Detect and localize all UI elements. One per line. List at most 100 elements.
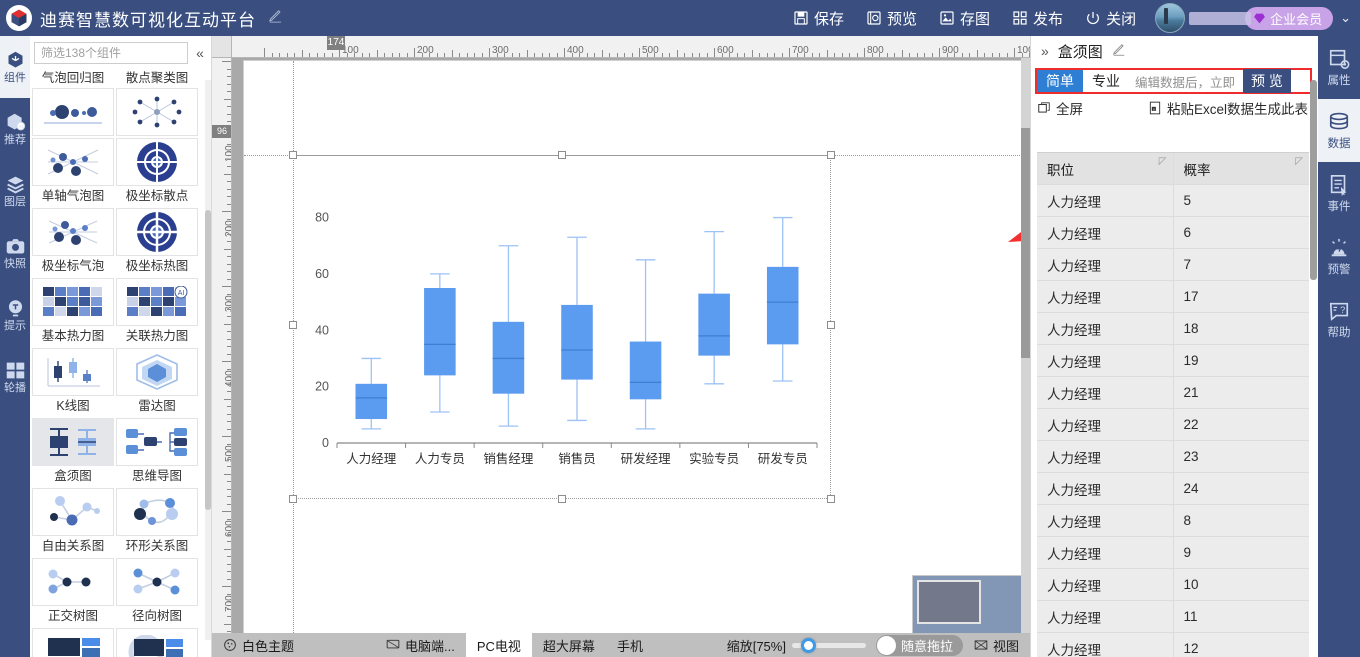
table-cell[interactable]: 人力经理	[1037, 377, 1174, 408]
table-row[interactable]: 人力经理 10	[1037, 569, 1309, 601]
paste-excel-button[interactable]: x 粘贴Excel数据生成此表	[1148, 98, 1308, 118]
resize-handle-nw[interactable]	[289, 151, 297, 159]
component-item[interactable]: 自由关系图	[32, 488, 114, 556]
resize-handle-ne[interactable]	[827, 151, 835, 159]
component-item[interactable]: 极坐标气泡	[32, 208, 114, 276]
table-row[interactable]: 人力经理 5	[1037, 185, 1309, 217]
free-drag-toggle[interactable]: 随意拖拉	[875, 634, 963, 656]
rail-item-tips[interactable]: 提示	[0, 284, 30, 346]
device-large-screen[interactable]: 超大屏幕	[532, 633, 606, 657]
component-thumb-sunburst-treemap-thumb[interactable]	[116, 628, 198, 657]
tab-simple[interactable]: 简单	[1037, 70, 1083, 92]
component-item[interactable]: K线图	[32, 348, 114, 416]
canvas-vertical-scrollbar-thumb[interactable]	[1021, 128, 1030, 358]
table-cell[interactable]: 7	[1173, 249, 1309, 280]
component-thumb-linked-heatmap-thumb[interactable]: AI	[116, 278, 198, 326]
component-item[interactable]	[32, 628, 114, 657]
component-item[interactable]: 极坐标热图	[116, 208, 198, 276]
table-cell[interactable]: 22	[1173, 409, 1309, 440]
table-row[interactable]: 人力经理 19	[1037, 345, 1309, 377]
table-cell[interactable]: 21	[1173, 377, 1309, 408]
device-pc-tv[interactable]: PC电视	[465, 633, 532, 657]
component-item[interactable]: 雷达图	[116, 348, 198, 416]
table-cell[interactable]: 人力经理	[1037, 473, 1174, 504]
table-cell[interactable]: 23	[1173, 441, 1309, 472]
component-thumb-candlestick-thumb[interactable]	[32, 348, 114, 396]
vip-badge[interactable]: 企业会员	[1245, 6, 1334, 30]
component-thumb-orthogonal-tree-thumb[interactable]	[32, 558, 114, 606]
rail-item-alarm[interactable]: 预警	[1318, 225, 1360, 288]
table-row[interactable]: 人力经理 6	[1037, 217, 1309, 249]
vertical-ruler[interactable]: 100 200 300 400 500 600 700 96	[212, 58, 232, 635]
resize-handle-sw[interactable]	[289, 495, 297, 503]
canvas-vertical-scrollbar[interactable]	[1021, 58, 1030, 635]
component-item[interactable]: AI 关联热力图	[116, 278, 198, 346]
tab-advanced[interactable]: 专业	[1083, 70, 1129, 92]
table-cell[interactable]: 人力经理	[1037, 345, 1174, 376]
component-scrollbar[interactable]	[205, 80, 211, 640]
avatar[interactable]	[1155, 3, 1186, 33]
table-cell[interactable]: 11	[1173, 601, 1309, 632]
table-cell[interactable]: 10	[1173, 569, 1309, 600]
component-thumb-radial-tree-thumb[interactable]	[116, 558, 198, 606]
resize-handle-se[interactable]	[827, 495, 835, 503]
save-button[interactable]: 保存	[782, 0, 855, 36]
rail-item-data[interactable]: 数据	[1318, 99, 1360, 162]
table-row[interactable]: 人力经理 11	[1037, 601, 1309, 633]
component-item[interactable]: 散点聚类图	[116, 68, 198, 136]
component-scrollbar-thumb[interactable]	[205, 210, 211, 510]
zoom-slider-knob[interactable]	[800, 637, 816, 653]
table-cell[interactable]: 18	[1173, 313, 1309, 344]
table-cell[interactable]: 人力经理	[1037, 441, 1174, 472]
component-item[interactable]: 极坐标散点	[116, 138, 198, 206]
table-cell[interactable]: 人力经理	[1037, 249, 1174, 280]
publish-button[interactable]: 发布	[1001, 0, 1074, 36]
component-thumb-scatter-cluster-thumb[interactable]	[116, 88, 198, 136]
component-thumb-radar-thumb[interactable]	[116, 348, 198, 396]
export-image-button[interactable]: 存图	[928, 0, 1001, 36]
resize-handle-w[interactable]	[289, 321, 297, 329]
table-row[interactable]: 人力经理 21	[1037, 377, 1309, 409]
component-item[interactable]: 径向树图	[116, 558, 198, 626]
table-cell[interactable]: 人力经理	[1037, 601, 1174, 632]
rename-pencil-icon[interactable]	[1112, 43, 1126, 60]
rail-item-snapshot[interactable]: 快照	[0, 222, 30, 284]
resize-handle-n[interactable]	[558, 151, 566, 159]
table-cell[interactable]: 人力经理	[1037, 537, 1174, 568]
right-panel-scrollbar-thumb[interactable]	[1310, 80, 1317, 280]
table-cell[interactable]: 人力经理	[1037, 281, 1174, 312]
component-item[interactable]: 气泡回归图	[32, 68, 114, 136]
table-cell[interactable]: 人力经理	[1037, 185, 1174, 216]
component-thumb-boxplot-thumb[interactable]	[32, 418, 114, 466]
table-cell[interactable]: 5	[1173, 185, 1309, 216]
table-cell[interactable]: 人力经理	[1037, 313, 1174, 344]
table-row[interactable]: 人力经理 18	[1037, 313, 1309, 345]
table-row[interactable]: 人力经理 24	[1037, 473, 1309, 505]
resize-handle-s[interactable]	[558, 495, 566, 503]
table-cell[interactable]: 人力经理	[1037, 217, 1174, 248]
rail-item-components[interactable]: 组件	[0, 36, 30, 98]
component-thumb-polar-bubble-thumb[interactable]	[32, 208, 114, 256]
component-filter-input[interactable]: 筛选138个组件	[34, 42, 188, 64]
table-cell[interactable]: 人力经理	[1037, 569, 1174, 600]
table-cell[interactable]: 人力经理	[1037, 633, 1174, 657]
component-grid[interactable]: 气泡回归图 散点聚类图 单轴气泡图 极坐标散点 极坐标气泡 极坐标热图 基本热力图 AI 关联热…	[32, 68, 204, 657]
component-item[interactable]: 盒须图	[32, 418, 114, 486]
horizontal-ruler[interactable]: 1002003004005006007008009001000174	[232, 36, 1030, 58]
rail-item-properties[interactable]: 属性	[1318, 36, 1360, 99]
device-mobile[interactable]: 手机	[606, 633, 654, 657]
component-thumb-single-axis-bubble-thumb[interactable]	[32, 138, 114, 186]
rail-item-carousel[interactable]: 轮播	[0, 346, 30, 408]
canvas-minimap[interactable]	[912, 575, 1030, 635]
table-row[interactable]: 人力经理 8	[1037, 505, 1309, 537]
data-table[interactable]: 职位 ◸ 概率 ◸ 人力经理 5 人力经理 6 人力经理 7 人力经理 17 人力经理 18 人力经理 19 人…	[1037, 152, 1309, 657]
component-item[interactable]: 环形关系图	[116, 488, 198, 556]
component-thumb-polar-heat-thumb[interactable]	[116, 208, 198, 256]
rail-item-events[interactable]: 事件	[1318, 162, 1360, 225]
table-row[interactable]: 人力经理 9	[1037, 537, 1309, 569]
table-cell[interactable]: 24	[1173, 473, 1309, 504]
component-item[interactable]: 单轴气泡图	[32, 138, 114, 206]
table-cell[interactable]: 19	[1173, 345, 1309, 376]
minimap-viewport[interactable]	[917, 580, 981, 624]
component-thumb-mindmap-thumb[interactable]	[116, 418, 198, 466]
